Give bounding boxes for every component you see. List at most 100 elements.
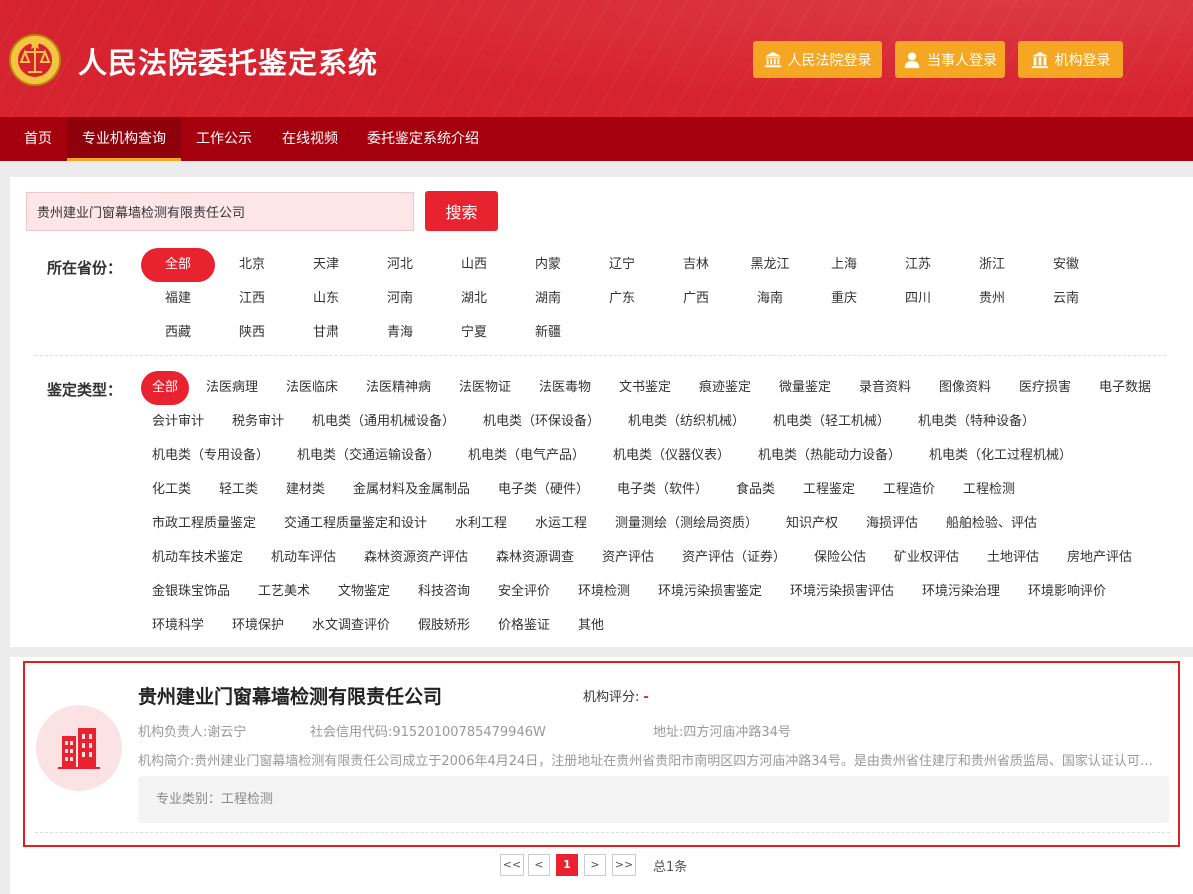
type-option[interactable]: 电子数据 xyxy=(1088,371,1162,405)
type-option[interactable]: 机电类（轻工机械） xyxy=(762,405,901,439)
province-option[interactable]: 浙江 xyxy=(955,248,1029,282)
type-option[interactable]: 环境影响评价 xyxy=(1017,575,1117,609)
province-option[interactable]: 天津 xyxy=(289,248,363,282)
province-option[interactable]: 福建 xyxy=(141,282,215,316)
type-option[interactable]: 科技咨询 xyxy=(407,575,481,609)
type-option[interactable]: 法医毒物 xyxy=(528,371,602,405)
type-option[interactable]: 机电类（热能动力设备） xyxy=(747,439,912,473)
type-option[interactable]: 法医精神病 xyxy=(355,371,442,405)
province-option[interactable]: 西藏 xyxy=(141,316,215,350)
type-option[interactable]: 轻工类 xyxy=(208,473,269,507)
type-option[interactable]: 食品类 xyxy=(725,473,786,507)
type-option[interactable]: 机电类（环保设备） xyxy=(472,405,611,439)
last-page-button[interactable]: >> xyxy=(612,854,636,876)
type-option[interactable]: 金银珠宝饰品 xyxy=(141,575,241,609)
type-option[interactable]: 机电类（化工过程机械） xyxy=(918,439,1083,473)
province-option[interactable]: 重庆 xyxy=(807,282,881,316)
type-option[interactable]: 医疗损害 xyxy=(1008,371,1082,405)
type-option[interactable]: 录音资料 xyxy=(848,371,922,405)
type-option[interactable]: 会计审计 xyxy=(141,405,215,439)
type-option[interactable]: 图像资料 xyxy=(928,371,1002,405)
search-input[interactable] xyxy=(26,192,414,231)
type-option[interactable]: 环境污染治理 xyxy=(911,575,1011,609)
province-option[interactable]: 宁夏 xyxy=(437,316,511,350)
type-option[interactable]: 水利工程 xyxy=(444,507,518,541)
type-option[interactable]: 水运工程 xyxy=(524,507,598,541)
type-option[interactable]: 交通工程质量鉴定和设计 xyxy=(273,507,438,541)
province-option[interactable]: 安徽 xyxy=(1029,248,1103,282)
type-option[interactable]: 电子类（软件） xyxy=(606,473,719,507)
party-login-button[interactable]: 当事人登录 xyxy=(895,41,1005,78)
institution-login-button[interactable]: 机构登录 xyxy=(1018,41,1123,78)
type-option[interactable]: 安全评价 xyxy=(487,575,561,609)
province-option[interactable]: 河南 xyxy=(363,282,437,316)
province-option[interactable]: 广西 xyxy=(659,282,733,316)
province-option[interactable]: 江苏 xyxy=(881,248,955,282)
type-option[interactable]: 知识产权 xyxy=(775,507,849,541)
type-option[interactable]: 机电类（交通运输设备） xyxy=(286,439,451,473)
type-option[interactable]: 机电类（电气产品） xyxy=(457,439,596,473)
type-option[interactable]: 海损评估 xyxy=(855,507,929,541)
province-option[interactable]: 海南 xyxy=(733,282,807,316)
type-option[interactable]: 工程造价 xyxy=(872,473,946,507)
type-option[interactable]: 税务审计 xyxy=(221,405,295,439)
type-option[interactable]: 船舶检验、评估 xyxy=(935,507,1048,541)
type-option[interactable]: 水文调查评价 xyxy=(301,609,401,643)
page-1-button[interactable]: 1 xyxy=(556,854,578,876)
province-option[interactable]: 北京 xyxy=(215,248,289,282)
nav-item-org-search[interactable]: 专业机构查询 xyxy=(67,117,181,161)
next-page-button[interactable]: > xyxy=(584,854,606,876)
province-option[interactable]: 湖北 xyxy=(437,282,511,316)
province-option[interactable]: 山东 xyxy=(289,282,363,316)
province-option[interactable]: 河北 xyxy=(363,248,437,282)
type-option[interactable]: 机电类（仪器仪表） xyxy=(602,439,741,473)
type-option[interactable]: 森林资源调查 xyxy=(485,541,585,575)
type-option[interactable]: 化工类 xyxy=(141,473,202,507)
type-option[interactable]: 矿业权评估 xyxy=(883,541,970,575)
type-option[interactable]: 文物鉴定 xyxy=(327,575,401,609)
province-option[interactable]: 新疆 xyxy=(511,316,585,350)
province-option[interactable]: 湖南 xyxy=(511,282,585,316)
province-option[interactable]: 辽宁 xyxy=(585,248,659,282)
type-option[interactable]: 机电类（专用设备） xyxy=(141,439,280,473)
court-login-button[interactable]: 人民法院登录 xyxy=(753,41,882,78)
type-option[interactable]: 工艺美术 xyxy=(247,575,321,609)
org-name-link[interactable]: 贵州建业门窗幕墙检测有限责任公司 xyxy=(138,682,442,709)
type-option[interactable]: 工程鉴定 xyxy=(792,473,866,507)
type-option[interactable]: 金属材料及金属制品 xyxy=(342,473,481,507)
search-button[interactable]: 搜索 xyxy=(425,191,498,231)
province-option[interactable]: 江西 xyxy=(215,282,289,316)
province-option[interactable]: 云南 xyxy=(1029,282,1103,316)
type-option[interactable]: 痕迹鉴定 xyxy=(688,371,762,405)
province-option[interactable]: 四川 xyxy=(881,282,955,316)
type-option[interactable]: 测量测绘（测绘局资质） xyxy=(604,507,769,541)
province-option[interactable]: 甘肃 xyxy=(289,316,363,350)
province-option[interactable]: 贵州 xyxy=(955,282,1029,316)
type-option[interactable]: 机电类（通用机械设备） xyxy=(301,405,466,439)
type-option[interactable]: 电子类（硬件） xyxy=(487,473,600,507)
type-option[interactable]: 机电类（纺织机械） xyxy=(617,405,756,439)
type-option[interactable]: 土地评估 xyxy=(976,541,1050,575)
type-option[interactable]: 价格鉴证 xyxy=(487,609,561,643)
type-option[interactable]: 环境污染损害鉴定 xyxy=(647,575,773,609)
first-page-button[interactable]: << xyxy=(500,854,524,876)
province-option[interactable]: 吉林 xyxy=(659,248,733,282)
type-option[interactable]: 其他 xyxy=(567,609,615,643)
province-option[interactable]: 黑龙江 xyxy=(733,248,807,282)
type-option[interactable]: 微量鉴定 xyxy=(768,371,842,405)
type-option[interactable]: 资产评估 xyxy=(591,541,665,575)
nav-item-home[interactable]: 首页 xyxy=(10,117,66,161)
type-option[interactable]: 法医临床 xyxy=(275,371,349,405)
province-option[interactable]: 广东 xyxy=(585,282,659,316)
type-option[interactable]: 法医物证 xyxy=(448,371,522,405)
type-option[interactable]: 全部 xyxy=(141,371,189,405)
org-result-card[interactable]: 贵州建业门窗幕墙检测有限责任公司 机构评分: - 机构负责人:谢云宁 社会信用代码… xyxy=(23,661,1180,847)
type-option[interactable]: 环境科学 xyxy=(141,609,215,643)
type-option[interactable]: 市政工程质量鉴定 xyxy=(141,507,267,541)
nav-item-announcements[interactable]: 工作公示 xyxy=(181,117,267,161)
type-option[interactable]: 假肢矫形 xyxy=(407,609,481,643)
province-option[interactable]: 内蒙 xyxy=(511,248,585,282)
province-option[interactable]: 全部 xyxy=(141,248,215,282)
type-option[interactable]: 保险公估 xyxy=(803,541,877,575)
province-option[interactable]: 山西 xyxy=(437,248,511,282)
